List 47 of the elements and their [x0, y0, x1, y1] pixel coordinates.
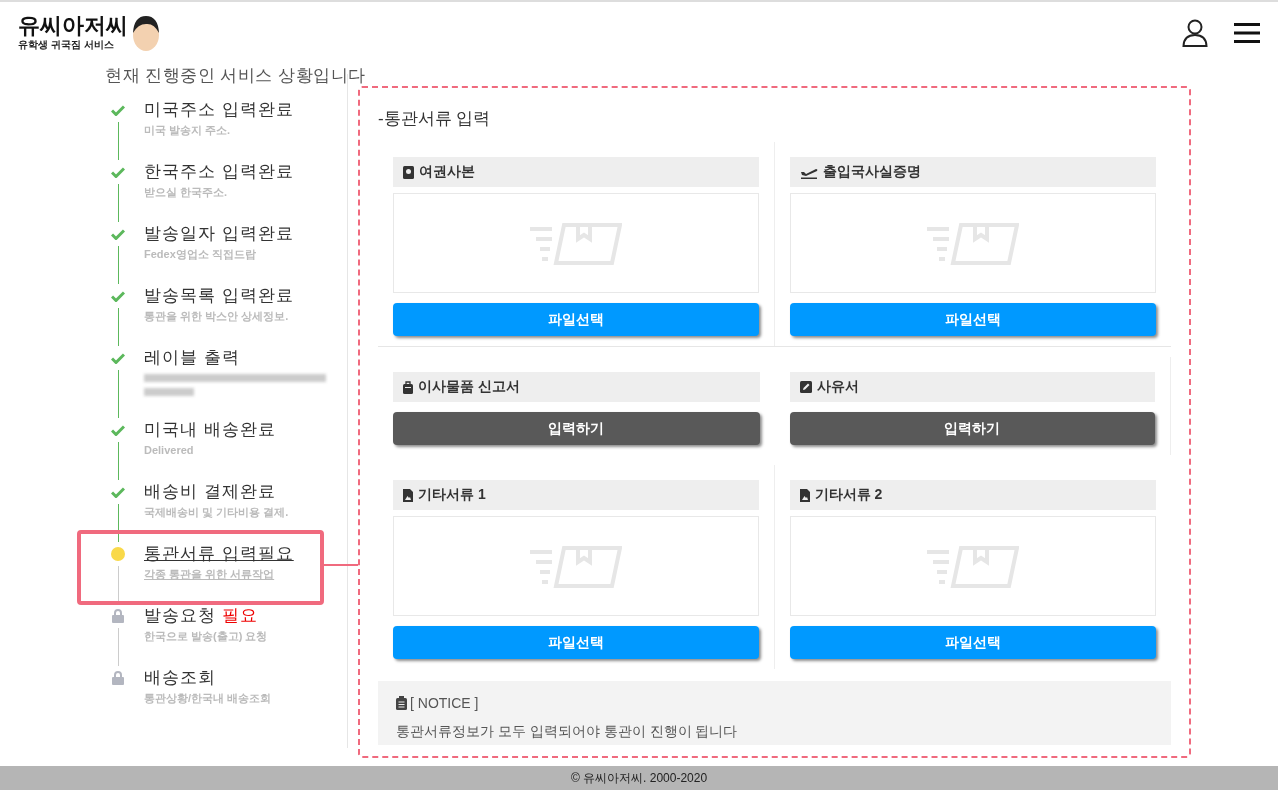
- notice-text: 통관서류정보가 모두 입력되어야 통관이 진행이 됩니다: [396, 723, 739, 741]
- step-subtitle: Fedex영업소 직접드랍: [144, 247, 257, 262]
- panel-title: -통관서류 입력: [378, 108, 492, 130]
- delivery-box-icon: [926, 221, 1019, 265]
- logo-subtitle: 유학생 귀국짐 서비스: [18, 38, 115, 52]
- avatar: [130, 13, 162, 53]
- step-subtitle: 받으실 한국주소.: [144, 185, 229, 200]
- edit-icon: [799, 381, 812, 393]
- document-label: 이사물품 신고서: [418, 378, 520, 396]
- step-subtitle: Delivered: [144, 443, 195, 458]
- intro-text: 현재 진행중인 서비스 상황입니다: [104, 65, 367, 86]
- document-label: 사유서: [816, 378, 859, 396]
- step-title[interactable]: 미국주소 입력완료: [144, 98, 294, 122]
- step-title[interactable]: 배송비 결제완료: [144, 480, 289, 504]
- step-title[interactable]: 통관서류 입력필요: [144, 542, 294, 566]
- menu-icon[interactable]: [1234, 23, 1260, 43]
- step-title[interactable]: 한국주소 입력완료: [144, 160, 294, 184]
- file-icon: [799, 488, 810, 502]
- document-label: 기타서류 2: [814, 486, 883, 504]
- step-subtitle: 한국으로 발송(출고) 요청: [144, 629, 268, 644]
- step-subtitle: 통관을 위한 박스안 상세정보.: [144, 309, 290, 324]
- step-subtitle: 국제배송비 및 기타비용 결제.: [144, 505, 289, 520]
- document-label: 출입국사실증명: [822, 163, 921, 181]
- step-subtitle: 통관상황/한국내 배송조회: [144, 691, 272, 706]
- input-button[interactable]: 입력하기: [393, 412, 760, 445]
- step-title[interactable]: 미국내 배송완료: [144, 418, 276, 442]
- copyright-text: © 유씨아저씨. 2000-2020: [570, 769, 708, 787]
- step-title[interactable]: 발송목록 입력완료: [144, 284, 294, 308]
- step-title[interactable]: 레이블 출력: [144, 346, 326, 370]
- luggage-icon: [403, 380, 413, 394]
- input-button[interactable]: 입력하기: [789, 412, 1155, 445]
- document-label: 기타서류 1: [418, 486, 486, 504]
- delivery-box-icon: [529, 544, 622, 588]
- delivery-box-icon: [529, 221, 622, 265]
- step-title[interactable]: 발송요청 필요: [144, 604, 268, 628]
- clipboard-icon: [396, 696, 407, 710]
- user-icon[interactable]: [1182, 19, 1208, 47]
- step-subtitle: 각종 통관을 위한 서류작업: [144, 567, 276, 582]
- document-label: 여권사본: [419, 163, 475, 181]
- notice-heading: [ NOTICE ]: [410, 695, 479, 711]
- logo-title: 유씨아저씨: [18, 14, 128, 38]
- step-title[interactable]: 발송일자 입력완료: [144, 222, 294, 246]
- passport-icon: [403, 165, 414, 179]
- step-title[interactable]: 배송조회: [144, 666, 272, 690]
- file-icon: [403, 488, 413, 502]
- step-subtitle: 미국 발송지 주소.: [144, 123, 232, 138]
- delivery-box-icon: [926, 544, 1019, 588]
